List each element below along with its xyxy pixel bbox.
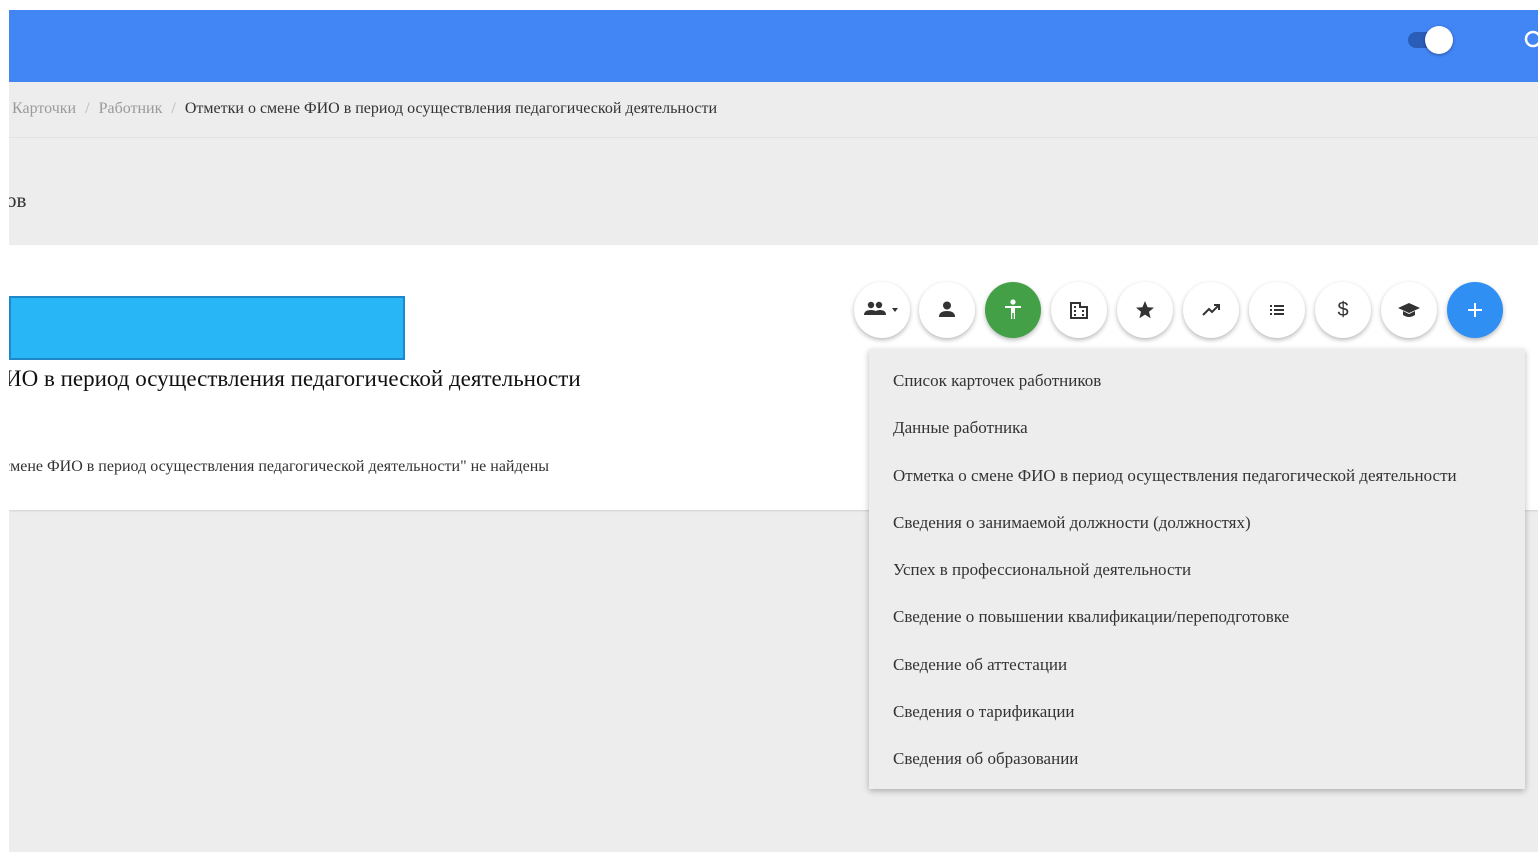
menu-item-position[interactable]: Сведения о занимаемой должности (должнос… — [869, 499, 1525, 546]
menu-item-success[interactable]: Успех в профессиональной деятельности — [869, 546, 1525, 593]
card-title: ИО в период осуществления педагогической… — [9, 366, 581, 391]
menu-item-worker-data[interactable]: Данные работника — [869, 404, 1525, 451]
breadcrumb-current: Отметки о смене ФИО в период осуществлен… — [184, 100, 718, 117]
person-icon — [939, 301, 955, 317]
tariff-button[interactable]: $ — [1315, 282, 1371, 338]
achievements-button[interactable] — [1117, 282, 1173, 338]
accessibility-button[interactable] — [985, 282, 1041, 338]
top-app-bar — [9, 10, 1538, 82]
menu-item-tariff[interactable]: Сведения о тарификации — [869, 688, 1525, 735]
accessibility-icon — [1005, 299, 1021, 319]
theme-toggle-switch[interactable] — [1408, 25, 1454, 55]
education-button[interactable] — [1381, 282, 1437, 338]
app-frame: Карточки / Работник / Отметки о смене ФИО в … — [9, 10, 1538, 852]
building-icon — [1070, 302, 1088, 319]
organization-button[interactable] — [1051, 282, 1107, 338]
add-button[interactable] — [1447, 282, 1503, 338]
star-icon — [1136, 301, 1154, 319]
menu-item-attestation[interactable]: Сведение об аттестации — [869, 641, 1525, 688]
menu-item-qualification[interactable]: Сведение о повышении квалификации/перепо… — [869, 593, 1525, 640]
empty-state-message: смене ФИО в период осуществления педагог… — [9, 458, 550, 475]
section-title: ов — [9, 188, 27, 212]
graduation-cap-icon — [1398, 303, 1420, 317]
people-dropdown-menu: Список карточек работников Данные работн… — [869, 349, 1525, 789]
divider — [9, 137, 1538, 138]
menu-item-worker-cards-list[interactable]: Список карточек работников — [869, 357, 1525, 404]
qualification-button[interactable] — [1183, 282, 1239, 338]
breadcrumb-separator: / — [171, 100, 176, 117]
list-icon — [1270, 305, 1284, 315]
dollar-icon: $ — [1337, 298, 1349, 321]
search-icon — [1524, 30, 1538, 48]
trending-up-icon — [1202, 304, 1220, 316]
attestation-button[interactable] — [1249, 282, 1305, 338]
breadcrumb: Карточки / Работник / Отметки о смене ФИО в … — [12, 100, 717, 118]
redacted-name-block — [9, 296, 405, 360]
menu-item-education[interactable]: Сведения об образовании — [869, 735, 1525, 782]
menu-item-name-change[interactable]: Отметка о смене ФИО в период осуществлен… — [869, 452, 1525, 499]
breadcrumb-separator: / — [85, 100, 90, 117]
search-button[interactable] — [1519, 25, 1538, 55]
people-menu-button[interactable] — [854, 282, 910, 338]
people-dropdown-icon — [864, 301, 898, 315]
breadcrumb-link-worker[interactable]: Работник — [99, 100, 163, 117]
toggle-knob — [1425, 26, 1453, 54]
person-button[interactable] — [919, 282, 975, 338]
plus-icon — [1468, 303, 1482, 317]
breadcrumb-link-cards[interactable]: Карточки — [12, 100, 76, 117]
